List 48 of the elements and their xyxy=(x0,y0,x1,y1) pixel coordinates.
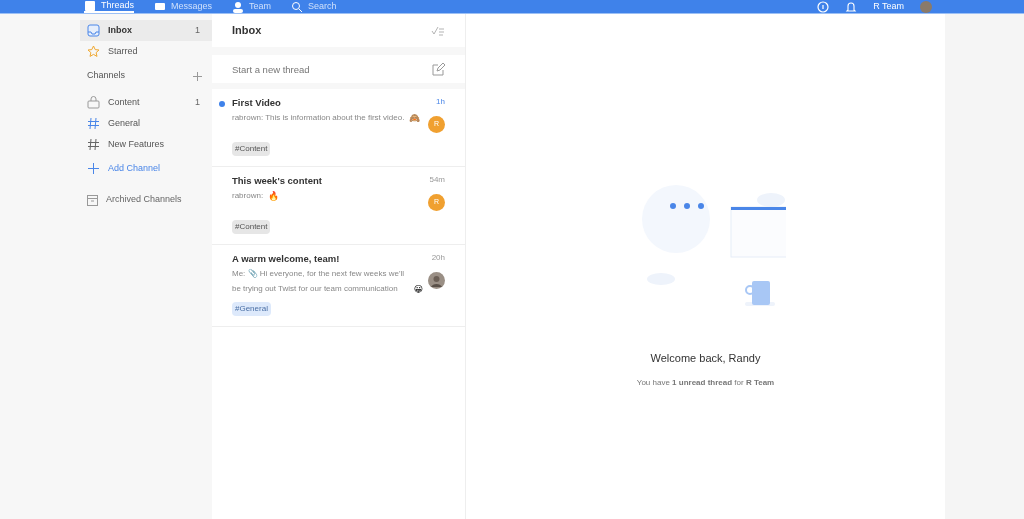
section-heading: Channels xyxy=(87,69,126,83)
emoji: 😀 xyxy=(413,282,423,296)
sidebar-item[interactable]: New Features xyxy=(80,134,212,155)
thread-preview: rabrown: This is information about the first video. xyxy=(232,112,406,124)
user-avatar xyxy=(428,272,445,289)
new-thread-field[interactable]: Start a new thread xyxy=(232,55,432,83)
sidebar-item[interactable]: Content 1 xyxy=(80,92,212,113)
search-icon xyxy=(291,0,304,13)
welcome-heading: Welcome back, Randy xyxy=(650,351,761,366)
sidebar-item[interactable]: Starred xyxy=(80,41,212,62)
unread-count: 1 xyxy=(195,23,200,37)
hash-icon xyxy=(87,117,100,130)
plus-icon xyxy=(87,162,100,175)
archive-icon xyxy=(87,194,98,206)
thread-title: A warm welcome, team! xyxy=(232,252,341,266)
hash-icon xyxy=(87,138,100,151)
star-icon xyxy=(87,45,100,58)
compose-icon[interactable] xyxy=(432,62,445,76)
thread-title: This week's content xyxy=(232,174,323,188)
messages-icon xyxy=(154,0,167,13)
channel-tag[interactable]: #Content xyxy=(232,220,271,234)
list-title: Inbox xyxy=(232,23,262,39)
inbox-icon xyxy=(87,24,100,37)
archived-channels-link[interactable]: Archived Channels xyxy=(106,193,182,207)
thread-time: 54m xyxy=(429,174,445,186)
plus-icon[interactable] xyxy=(193,71,202,81)
sidebar-item[interactable]: Inbox 1 xyxy=(80,20,212,41)
sidebar-item[interactable]: General xyxy=(80,113,212,134)
team-name[interactable]: R Team xyxy=(873,0,904,14)
nav-tab[interactable]: Threads xyxy=(84,0,135,13)
channel-tag[interactable]: #Content xyxy=(232,142,271,156)
thread-time: 20h xyxy=(431,252,445,264)
thread-title: First Video xyxy=(232,96,282,110)
bell-icon[interactable] xyxy=(845,0,858,13)
add-channel-link[interactable]: Add Channel xyxy=(80,158,212,179)
threads-icon xyxy=(84,0,96,12)
thread-time: 1h xyxy=(436,96,445,108)
thread-preview: Me: 📎 Hi everyone, for the next few weeks we'll be trying out Twist for our team communication xyxy=(232,268,406,295)
channel-tag[interactable]: #General xyxy=(232,302,271,316)
lock-icon xyxy=(87,96,100,109)
unread-summary: You have 1 unread thread for R Team xyxy=(636,376,775,389)
help-icon[interactable] xyxy=(817,0,830,13)
thread-preview: rabrown: xyxy=(232,190,265,202)
thread-item[interactable]: A warm welcome, team! Me: 📎 Hi everyone, for the next few weeks we'll be trying out Twist for our team communication 😀 #General 20h xyxy=(212,245,465,327)
emoji: 🔥 xyxy=(268,189,280,203)
mark-all-read-icon[interactable] xyxy=(431,25,445,36)
unread-count: 1 xyxy=(195,95,200,109)
emoji: 🙈 xyxy=(409,111,421,125)
